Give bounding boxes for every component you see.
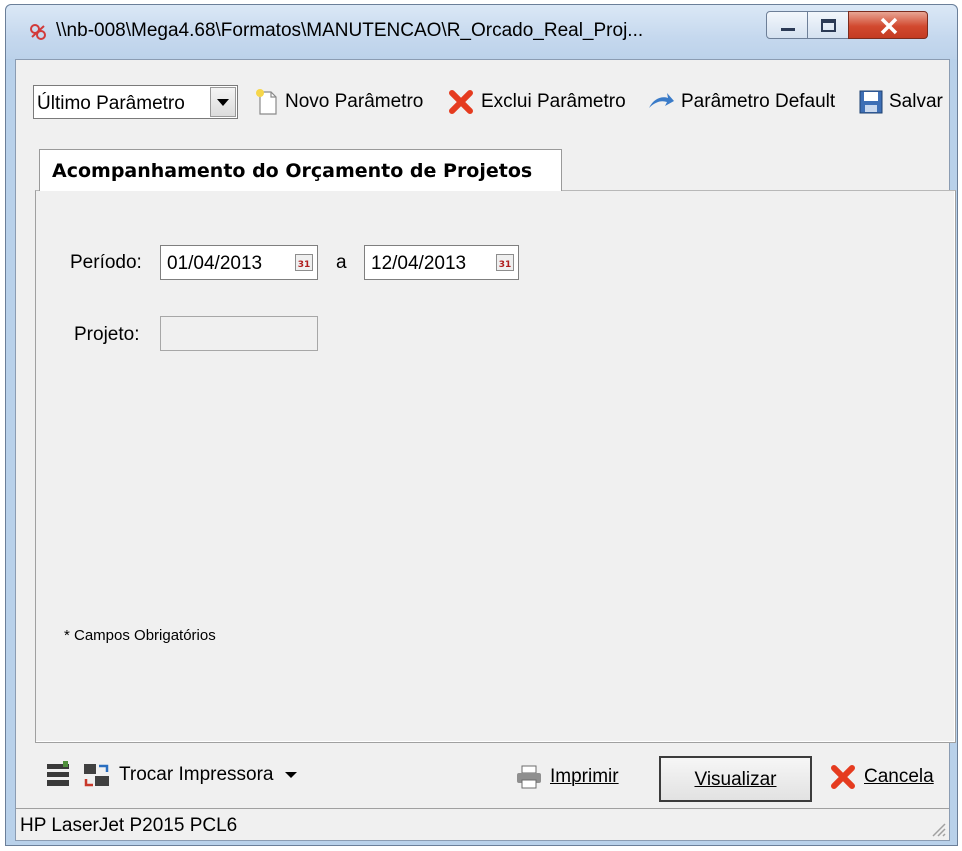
preview-label: Visualizar [694, 769, 777, 790]
change-printer-label: Trocar Impressora [119, 764, 274, 785]
cancel-button[interactable]: Cancela [828, 763, 934, 791]
cancel-x-icon [831, 765, 855, 789]
printer-name: HP LaserJet P2015 PCL6 [20, 815, 238, 836]
date-from-value: 01/04/2013 [167, 253, 263, 274]
chevron-down-icon [284, 772, 297, 778]
parameter-select-value: Último Parâmetro [37, 93, 185, 114]
change-printer-button[interactable]: Trocar Impressora [45, 760, 300, 790]
cancel-label: Cancela [864, 766, 934, 787]
app-window: \\nb-008\Mega4.68\Formatos\MANUTENCAO\R_… [5, 4, 958, 846]
date-separator: a [336, 252, 347, 273]
required-fields-note: * Campos Obrigatórios [64, 627, 216, 644]
swap-printer-icon [84, 764, 109, 787]
date-to-value: 12/04/2013 [371, 253, 467, 274]
window-title: \\nb-008\Mega4.68\Formatos\MANUTENCAO\R_… [56, 20, 644, 41]
date-from-field[interactable]: 01/04/2013 31 [160, 245, 318, 280]
printer-icon [517, 765, 541, 789]
new-parameter-button[interactable]: Novo Parâmetro [254, 84, 423, 120]
client-area: Último Parâmetro Novo Parâmetro Exclui P… [15, 59, 956, 841]
floppy-disk-icon [859, 90, 883, 114]
save-button[interactable]: Salvar [858, 84, 943, 120]
printer-setup-icon [47, 761, 69, 786]
svg-text:31: 31 [499, 260, 512, 270]
svg-text:31: 31 [298, 260, 311, 270]
close-icon [880, 17, 898, 35]
title-bar[interactable]: \\nb-008\Mega4.68\Formatos\MANUTENCAO\R_… [6, 5, 957, 59]
preview-button[interactable]: Visualizar [659, 756, 812, 802]
save-label: Salvar [889, 91, 943, 112]
tab-acompanhamento[interactable]: Acompanhamento do Orçamento de Projetos [39, 149, 562, 191]
chevron-down-icon[interactable] [210, 87, 236, 117]
toolbar: Último Parâmetro Novo Parâmetro Exclui P… [16, 60, 949, 132]
maximize-icon [821, 19, 836, 32]
delete-x-icon [449, 90, 473, 114]
period-label: Período: [70, 252, 142, 273]
tab-panel: Período: 01/04/2013 31 a 12/04/2013 31 P… [35, 190, 956, 743]
maximize-button[interactable] [807, 11, 849, 39]
default-parameter-label: Parâmetro Default [681, 91, 836, 112]
print-button[interactable]: Imprimir [514, 763, 619, 791]
resize-grip-icon[interactable] [927, 818, 947, 838]
delete-parameter-button[interactable]: Exclui Parâmetro [446, 84, 626, 120]
mega-app-icon [30, 24, 46, 40]
minimize-icon [781, 28, 795, 31]
calendar-icon[interactable]: 31 [295, 254, 313, 271]
default-parameter-button[interactable]: Parâmetro Default [646, 84, 835, 120]
new-document-icon [256, 89, 277, 115]
new-parameter-label: Novo Parâmetro [285, 91, 424, 112]
delete-parameter-label: Exclui Parâmetro [481, 91, 626, 112]
date-to-field[interactable]: 12/04/2013 31 [364, 245, 519, 280]
project-label: Projeto: [74, 324, 140, 345]
project-field[interactable] [160, 316, 318, 351]
default-arrow-icon [649, 93, 674, 108]
close-button[interactable] [848, 11, 928, 39]
status-bar: HP LaserJet P2015 PCL6 [16, 808, 949, 840]
calendar-icon[interactable]: 31 [496, 254, 514, 271]
minimize-button[interactable] [766, 11, 808, 39]
print-label: Imprimir [550, 766, 619, 787]
parameter-select[interactable]: Último Parâmetro [33, 85, 238, 119]
